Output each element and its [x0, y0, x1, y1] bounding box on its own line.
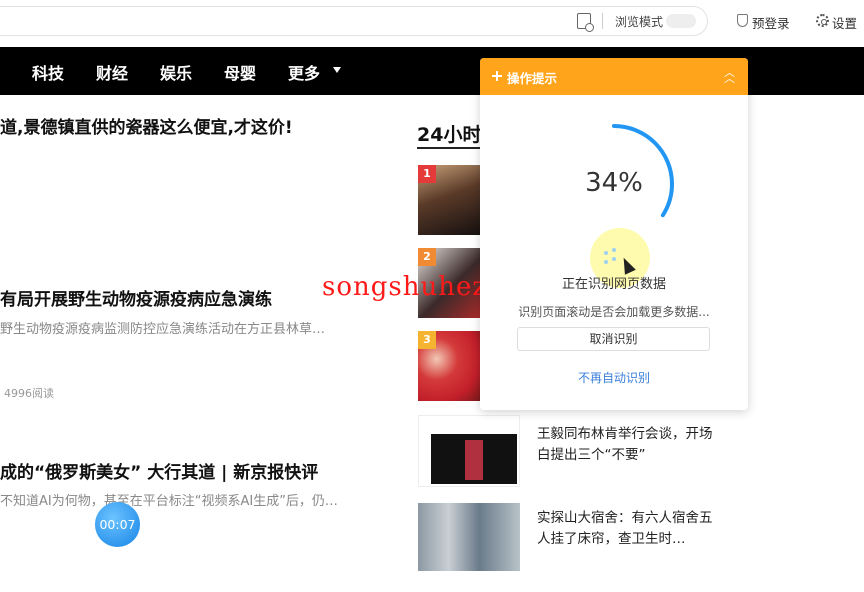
heading-underline [417, 147, 481, 149]
nav-item-finance[interactable]: 财经 [96, 60, 128, 84]
nav-item-tech[interactable]: 科技 [32, 60, 64, 84]
progress-percentage: 34% [585, 168, 643, 198]
disable-auto-recognition-link[interactable]: 不再自动识别 [480, 369, 748, 386]
browse-mode-label: 浏览模式 [615, 15, 664, 29]
chevron-down-icon [333, 67, 341, 73]
rank-badge: 1 [418, 165, 436, 183]
article-title[interactable]: 有局开展野生动物疫源疫病应急演练 [0, 285, 272, 310]
shield-icon [737, 14, 748, 27]
news-thumbnail[interactable]: 1 [418, 165, 480, 235]
page-extract-icon[interactable] [577, 13, 594, 32]
pre-login-button[interactable]: 预登录 [752, 13, 790, 32]
news-thumbnail[interactable]: 3 [418, 331, 480, 401]
panel-title: 操作提示 [507, 71, 558, 86]
panel-header: 操作提示 ︿ ︿ [480, 58, 748, 95]
toolbar-divider [602, 13, 603, 29]
article-summary: 不知道AI为何物，甚至在平台标注“视频系AI生成”后，仍… [0, 494, 338, 509]
news-thumbnail[interactable] [418, 415, 520, 487]
settings-button[interactable]: 设置 [832, 13, 857, 32]
nav-item-entertainment[interactable]: 娱乐 [160, 60, 192, 84]
article-title[interactable]: 成的“俄罗斯美女” 大行其道 | 新京报快评 [0, 458, 318, 483]
operation-tip-panel: 操作提示 ︿ ︿ 34% 正在识别网页数据 识别页面滚动是否会加载更多数据... … [480, 58, 748, 410]
recognition-substatus: 识别页面滚动是否会加载更多数据... [518, 305, 710, 319]
hot-24h-heading: 24小时 [417, 124, 482, 146]
article-summary: 野生动物疫源疫病监测防控应急演练活动在方正县林草… [0, 322, 326, 337]
rank-badge: 2 [418, 248, 436, 266]
recognition-status: 正在识别网页数据 [561, 277, 666, 292]
video-frame [431, 434, 517, 484]
nav-item-parenting[interactable]: 母婴 [224, 60, 256, 84]
article-read-count: 4996阅读 [4, 387, 54, 400]
recording-timer[interactable]: 00:07 [95, 502, 140, 547]
collapse-icon[interactable]: ︿ ︿ [724, 67, 735, 84]
browse-mode-toggle[interactable] [666, 14, 696, 28]
news-title[interactable]: 实探山大宿舍：有六人宿舍五人挂了床帘，查卫生时… [537, 508, 717, 550]
video-figure [465, 440, 483, 480]
plus-icon [492, 71, 502, 81]
news-thumbnail[interactable] [418, 503, 520, 571]
news-title[interactable]: 王毅同布林肯举行会谈，开场白提出三个“不要” [537, 424, 717, 466]
gear-icon [816, 14, 829, 27]
article-title[interactable]: 道,景德镇直供的瓷器这么便宜,才这价! [0, 113, 293, 138]
nav-item-more[interactable]: 更多 [288, 60, 320, 84]
browser-toolbar: 浏览模式 预登录 设置 [0, 0, 864, 44]
rank-badge: 3 [418, 331, 436, 349]
cancel-recognition-button[interactable]: 取消识别 [517, 327, 710, 351]
